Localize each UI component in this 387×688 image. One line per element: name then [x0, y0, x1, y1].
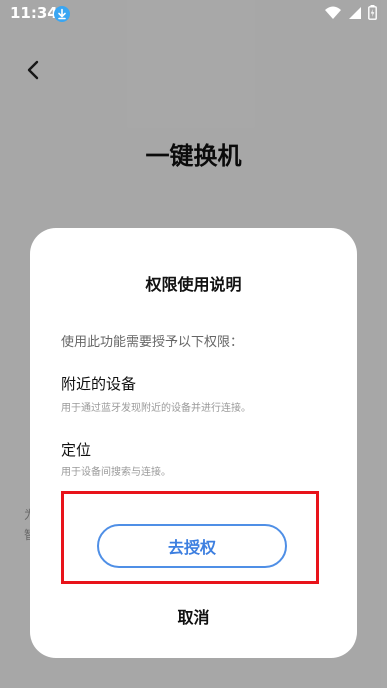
permission-nearby-devices-description: 用于通过蓝牙发现附近的设备并进行连接。: [61, 403, 251, 414]
dialog-title: 权限使用说明: [145, 275, 242, 294]
cancel-button[interactable]: 取消: [30, 604, 357, 628]
battery-icon: [368, 5, 377, 20]
status-time: 11:34: [10, 4, 58, 22]
download-icon: [54, 6, 70, 22]
status-bar: 11:34: [0, 0, 387, 28]
permission-location-title: 定位: [61, 441, 92, 459]
authorize-button[interactable]: 去授权: [97, 524, 287, 568]
wifi-icon: [325, 6, 341, 19]
permission-intro: 使用此功能需要授予以下权限：: [61, 335, 244, 350]
permission-location-description: 用于设备间搜索与连接。: [61, 467, 171, 478]
signal-icon: [349, 6, 361, 19]
permission-dialog: 权限使用说明 使用此功能需要授予以下权限： 附近的设备 用于通过蓝牙发现附近的设…: [30, 228, 357, 658]
permission-nearby-devices-title: 附近的设备: [61, 375, 137, 393]
